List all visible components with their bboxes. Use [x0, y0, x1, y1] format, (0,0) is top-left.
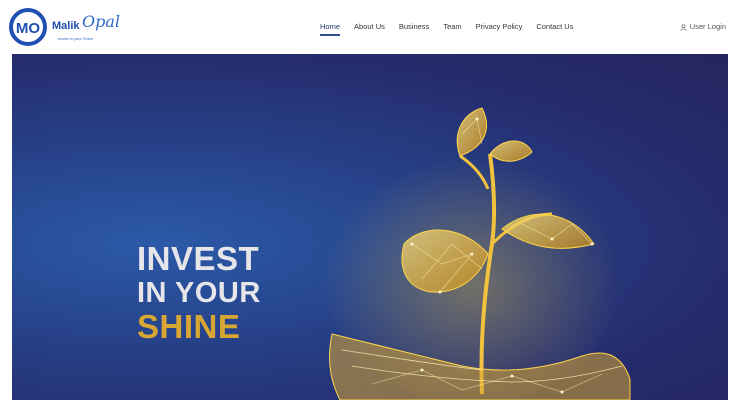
hero-line-invest: INVEST — [137, 240, 260, 277]
user-icon — [680, 23, 687, 31]
site-logo[interactable]: MO Malik Opal Invest in your Shine — [8, 6, 128, 48]
nav-business[interactable]: Business — [399, 22, 429, 36]
logo-tagline: Invest in your Shine — [58, 36, 94, 41]
hero-line-in-your: IN YOUR — [137, 277, 261, 309]
user-login-link[interactable]: User Login — [680, 22, 726, 32]
site-header: MO Malik Opal Invest in your Shine Home … — [0, 0, 740, 54]
hero-banner: INVEST IN YOUR SHINE — [12, 54, 728, 400]
hero-line-shine: SHINE — [137, 308, 241, 345]
main-nav: Home About Us Business Team Privacy Poli… — [320, 22, 587, 36]
nav-home[interactable]: Home — [320, 22, 341, 36]
nav-contact-us[interactable]: Contact Us — [536, 22, 573, 36]
golden-sprout-illustration — [322, 107, 631, 400]
nav-privacy-policy[interactable]: Privacy Policy — [476, 22, 523, 36]
logo-mark-text: MO — [16, 20, 40, 37]
logo-word-malik: Malik — [52, 20, 80, 32]
logo-word-opal: Opal — [82, 12, 121, 31]
logo-mark-icon: MO — [9, 8, 47, 46]
user-login-label: User Login — [689, 22, 726, 31]
logo-wordmark: Malik Opal Invest in your Shine — [52, 12, 132, 44]
nav-team[interactable]: Team — [443, 22, 461, 36]
nav-about-us[interactable]: About Us — [354, 22, 385, 36]
